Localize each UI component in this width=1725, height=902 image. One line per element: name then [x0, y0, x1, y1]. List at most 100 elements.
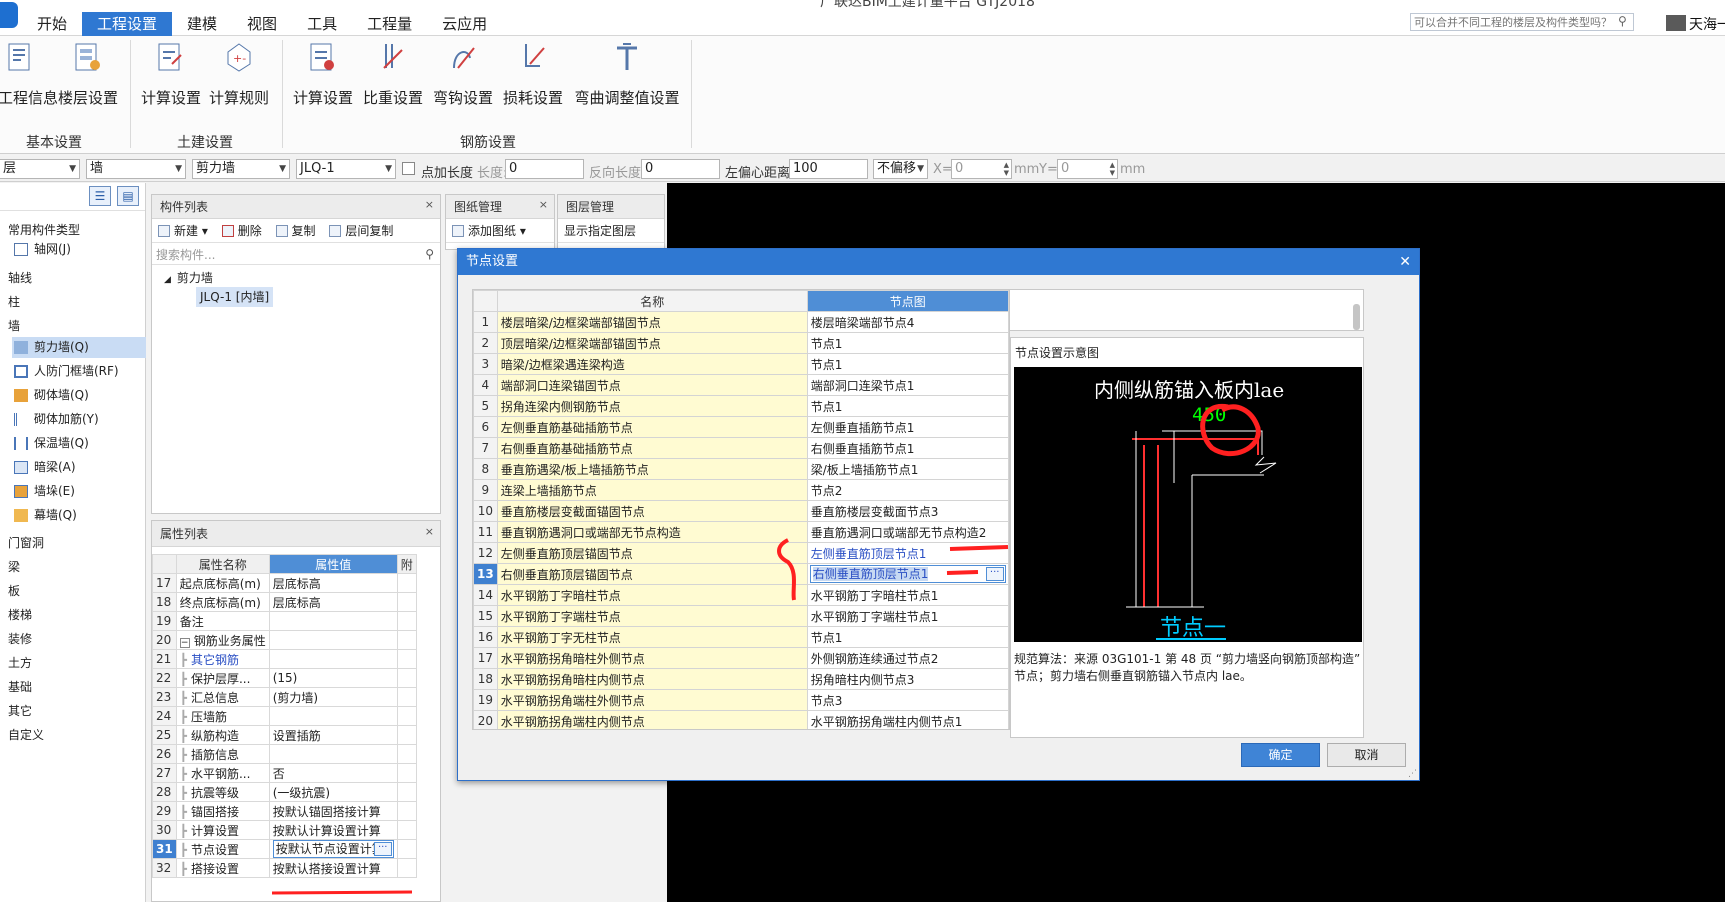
property-value[interactable]: (剪力墙) [268, 687, 398, 707]
bend-adjust-button[interactable]: 弯曲调整值设置 [571, 40, 683, 108]
node-value[interactable]: 节点1 [806, 332, 1009, 354]
node-value[interactable]: 节点2 [806, 479, 1009, 501]
property-row[interactable]: 31 ┣ 节点设置 按默认节点设置计算 ··· [152, 839, 417, 859]
attach-checkbox[interactable] [396, 592, 417, 612]
nav-slab[interactable]: 板 [8, 582, 20, 599]
node-value[interactable]: 节点1 [806, 353, 1009, 375]
node-row[interactable]: 19 水平钢筋拐角端柱外侧节点 节点3 [473, 689, 1009, 711]
property-value[interactable]: 按默认计算设置计算 [268, 820, 398, 840]
nav-common-types[interactable]: 常用构件类型 [8, 221, 80, 238]
tab-start[interactable]: 开始 [22, 12, 82, 36]
attach-checkbox[interactable] [396, 649, 417, 669]
property-value[interactable]: 层底标高 [268, 573, 398, 593]
tree-node-jlq1[interactable]: JLQ-1 [内墙] [196, 287, 274, 307]
nav-foundation[interactable]: 基础 [8, 678, 32, 695]
spinner-icon[interactable]: ▲ ▼ [1004, 161, 1009, 177]
property-row[interactable]: 22 ┣ 保护层厚... (15) [152, 668, 417, 688]
attach-checkbox[interactable] [396, 744, 417, 764]
node-value[interactable]: 节点1 [806, 626, 1009, 648]
node-row[interactable]: 2 顶层暗梁/边框梁端部锚固节点 节点1 [473, 332, 1009, 354]
length-input[interactable]: 0 [505, 159, 584, 179]
node-value[interactable]: 垂直筋遇洞口或端部无节点构造2 [806, 521, 1009, 543]
nav-beam[interactable]: 梁 [8, 558, 20, 575]
property-value[interactable] [268, 744, 398, 764]
more-options-button[interactable]: ··· [985, 567, 1004, 581]
property-row[interactable]: 23 ┣ 汇总信息 (剪力墙) [152, 687, 417, 707]
nav-wall-pier[interactable]: 墙垛(E) [12, 481, 146, 502]
attach-checkbox[interactable] [396, 725, 417, 745]
nav-openings[interactable]: 门窗洞 [8, 534, 44, 551]
property-value[interactable] [268, 630, 398, 650]
node-row[interactable]: 5 拐角连梁内侧钢筋节点 节点1 [473, 395, 1009, 417]
property-value[interactable]: (15) [268, 668, 398, 688]
attach-checkbox[interactable] [396, 630, 417, 650]
nav-custom[interactable]: 自定义 [8, 726, 44, 743]
property-row[interactable]: 17 起点底标高(m) 层底标高 [152, 573, 417, 593]
property-value[interactable]: (一级抗震) [268, 782, 398, 802]
node-row[interactable]: 13 右侧垂直筋顶层锚固节点 右侧垂直筋顶层节点1 ··· [473, 563, 1009, 585]
tab-cloud[interactable]: 云应用 [427, 12, 502, 36]
tab-tools[interactable]: 工具 [292, 12, 352, 36]
help-search-input[interactable] [1410, 13, 1634, 31]
property-row[interactable]: 20− 钢筋业务属性 [152, 630, 417, 650]
offset-mode-select[interactable]: 不偏移 ▼ [873, 159, 928, 179]
close-icon[interactable]: × [425, 193, 434, 217]
property-value[interactable] [268, 611, 398, 631]
node-row[interactable]: 9 连梁上墙插筋节点 节点2 [473, 479, 1009, 501]
attach-checkbox[interactable] [396, 706, 417, 726]
node-value[interactable]: 水平钢筋丁字暗柱节点1 [806, 584, 1009, 606]
node-row[interactable]: 11 垂直钢筋遇洞口或端部无节点构造 垂直筋遇洞口或端部无节点构造2 [473, 521, 1009, 543]
ok-button[interactable]: 确定 [1241, 743, 1320, 767]
search-icon[interactable]: ⚲ [1618, 14, 1627, 28]
attach-checkbox[interactable] [396, 858, 417, 878]
node-value[interactable]: 水平钢筋丁字端柱节点1 [806, 605, 1009, 627]
nav-earthwork[interactable]: 土方 [8, 654, 32, 671]
node-row[interactable]: 1 楼层暗梁/边框梁端部锚固节点 楼层暗梁端部节点4 [473, 311, 1009, 333]
component-select[interactable]: JLQ-1 ▼ [296, 159, 396, 179]
loss-settings-button[interactable]: 损耗设置 [500, 40, 566, 108]
node-row[interactable]: 3 暗梁/边框梁遇连梁构造 节点1 [473, 353, 1009, 375]
copy-component-button[interactable]: 复制 [275, 219, 316, 243]
nav-column[interactable]: 柱 [8, 293, 20, 310]
node-value[interactable]: 端部洞口连梁节点1 [806, 374, 1009, 396]
node-value[interactable]: 右侧垂直插筋节点1 [806, 437, 1009, 459]
reverse-length-input[interactable]: 0 [641, 159, 720, 179]
node-value[interactable]: 拐角暗柱内侧节点3 [806, 668, 1009, 690]
x-input[interactable]: 0 ▲ ▼ [951, 159, 1012, 179]
nav-wall-curtain[interactable]: 幕墙(Q) [12, 505, 146, 526]
node-value[interactable]: 梁/板上墙插筋节点1 [806, 458, 1009, 480]
list-view-icon[interactable]: ☰ [89, 186, 111, 206]
tab-view[interactable]: 视图 [232, 12, 292, 36]
node-value[interactable]: 左侧垂直插筋节点1 [806, 416, 1009, 438]
property-row[interactable]: 24 ┣ 压墙筋 [152, 706, 417, 726]
spinner-icon[interactable]: ▲ ▼ [1110, 161, 1115, 177]
attach-checkbox[interactable] [396, 573, 417, 593]
node-row[interactable]: 15 水平钢筋丁字端柱节点 水平钢筋丁字端柱节点1 [473, 605, 1009, 627]
node-row[interactable]: 7 右侧垂直筋基础插筋节点 右侧垂直插筋节点1 [473, 437, 1009, 459]
attach-checkbox[interactable] [396, 782, 417, 802]
attach-checkbox[interactable] [396, 801, 417, 821]
hook-settings-button[interactable]: 弯钩设置 [430, 40, 496, 108]
scrollbar[interactable] [1353, 304, 1360, 330]
y-input[interactable]: 0 ▲ ▼ [1057, 159, 1118, 179]
detail-view-icon[interactable]: ▤ [117, 186, 139, 206]
tab-modeling[interactable]: 建模 [172, 12, 232, 36]
rebar-calc-settings-button[interactable]: 计算设置 [290, 40, 356, 108]
node-value[interactable]: 楼层暗梁端部节点4 [806, 311, 1009, 333]
resize-grip-icon[interactable]: ⋰ [1408, 769, 1417, 779]
node-row[interactable]: 8 垂直筋遇梁/板上墙插筋节点 梁/板上墙插筋节点1 [473, 458, 1009, 480]
nav-axis-grid[interactable]: 轴网(J) [12, 239, 146, 260]
attach-checkbox[interactable] [396, 668, 417, 688]
civil-calc-settings-button[interactable]: 计算设置 [138, 40, 204, 108]
attach-checkbox[interactable] [396, 820, 417, 840]
property-row[interactable]: 30 ┣ 计算设置 按默认计算设置计算 [152, 820, 417, 840]
nav-decoration[interactable]: 装修 [8, 630, 32, 647]
new-component-button[interactable]: 新建 ▾ [158, 219, 208, 243]
property-value[interactable]: 设置插筋 [268, 725, 398, 745]
calc-rules-button[interactable]: +- 计算规则 [206, 40, 272, 108]
attach-checkbox[interactable] [396, 611, 417, 631]
collapse-icon[interactable]: ◢ [164, 275, 171, 285]
property-value[interactable] [268, 706, 398, 726]
node-row[interactable]: 17 水平钢筋拐角暗柱外侧节点 外侧钢筋连续通过节点2 [473, 647, 1009, 669]
node-value[interactable]: 外侧钢筋连续通过节点2 [806, 647, 1009, 669]
